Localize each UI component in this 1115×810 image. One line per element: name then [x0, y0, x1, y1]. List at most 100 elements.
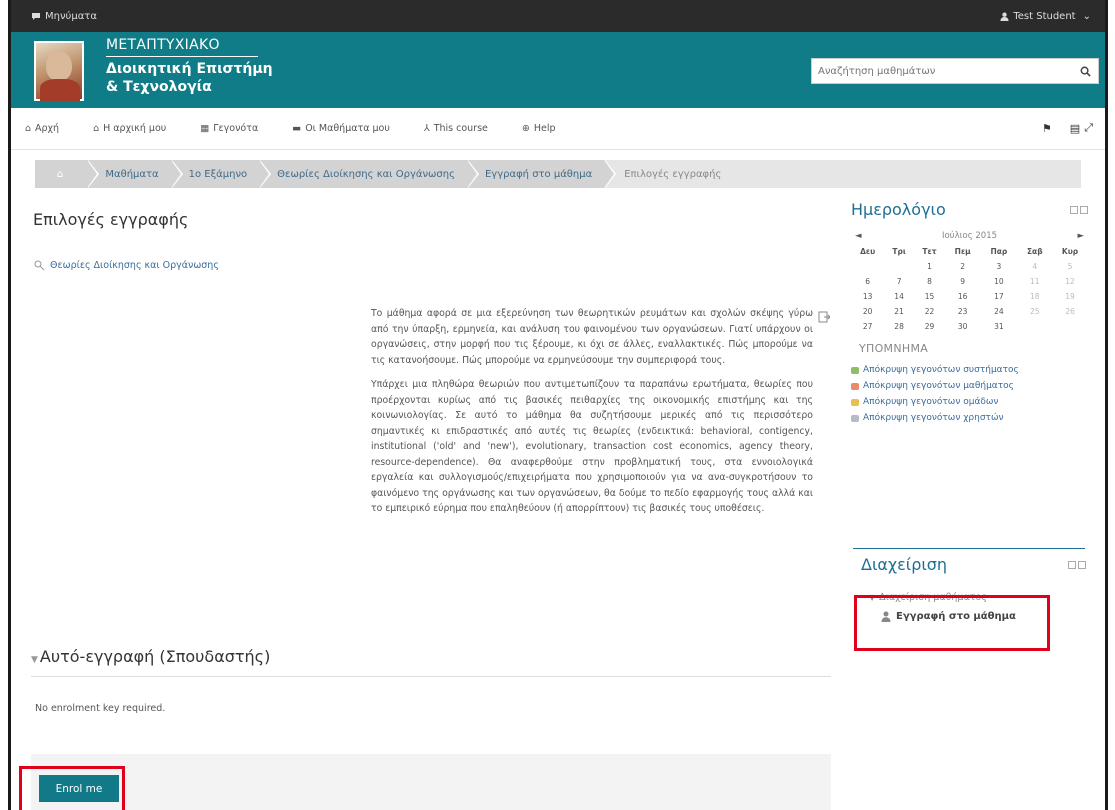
calendar-day: 24: [994, 307, 1004, 316]
enrol-key-note: No enrolment key required.: [35, 703, 166, 714]
legend-label: Απόκρυψη γεγονότων χρηστών: [863, 413, 1004, 423]
calendar-day: 5: [1067, 262, 1073, 271]
calendar-day: 9: [960, 277, 966, 286]
legend-item[interactable]: Απόκρυψη γεγονότων χρηστών: [851, 413, 1088, 423]
self-enrol-heading-label: Αυτό-εγγραφή (Σπουδαστής): [39, 647, 271, 666]
nav-home-label: Αρχή: [35, 123, 60, 134]
summary-paragraph-1: Το μάθημα αφορά σε μια εξερεύνηση των θε…: [371, 308, 813, 366]
calendar-day: 7: [896, 277, 902, 286]
university-logo[interactable]: [34, 41, 84, 101]
nav-my-courses[interactable]: ▬ Οι Μαθήματα μου: [292, 123, 390, 134]
minimize-icon[interactable]: [1070, 205, 1078, 214]
flag-icon[interactable]: ⚑: [1042, 122, 1052, 135]
calendar-day: 11: [1029, 277, 1040, 286]
calendar-title: Ημερολόγιο: [851, 200, 946, 219]
calendar-day: 4: [1032, 262, 1038, 271]
nav-help-label: Help: [533, 123, 556, 134]
legend-label: Απόκρυψη γεγονότων ομάδων: [863, 397, 999, 407]
calendar-month[interactable]: Ιούλιος 2015: [942, 231, 997, 241]
breadcrumb-enrol[interactable]: Εγγραφή στο μάθημα: [466, 160, 617, 188]
weekday-header: Δευ: [860, 247, 876, 256]
briefcase-icon: ▬: [292, 123, 302, 134]
calendar-day: [1052, 319, 1088, 334]
calendar-day: [884, 259, 914, 274]
site-brand[interactable]: ΜΕΤΑΠΤΥΧΙΑΚΟ Διοικητική Επιστήμη & Τεχνο…: [106, 37, 273, 96]
fullscreen-icon[interactable]: ⤢: [1084, 121, 1093, 135]
calendar-day: 10: [994, 277, 1004, 286]
block-separator: [853, 548, 1085, 549]
breadcrumb-home[interactable]: ⌂: [35, 160, 100, 188]
calendar-nav: ◄ Ιούλιος 2015 ►: [851, 231, 1088, 241]
nav-this-course[interactable]: ⅄ This course: [424, 123, 488, 134]
block-controls[interactable]: [1070, 205, 1088, 214]
calendar-day: 21: [894, 307, 904, 316]
user-name: Test Student: [1013, 10, 1076, 22]
breadcrumb-courses[interactable]: Μαθήματα: [87, 160, 183, 188]
brand-line2: Διοικητική Επιστήμη: [106, 61, 273, 77]
weekday-header: Πεμ: [954, 247, 971, 256]
legend-color-icon: [851, 414, 859, 422]
search-input[interactable]: [812, 59, 1072, 83]
weekday-header: Τρι: [892, 247, 906, 256]
course-link[interactable]: Θεωρίες Διοίκησης και Οργάνωσης: [31, 259, 831, 271]
dock-icon[interactable]: [1078, 560, 1086, 569]
admin-block-controls[interactable]: [1068, 560, 1086, 569]
messages-link[interactable]: Μηνύματα: [31, 11, 97, 22]
calendar-legend: Απόκρυψη γεγονότων συστήματος Απόκρυψη γ…: [851, 365, 1088, 423]
messages-icon: [32, 13, 40, 20]
calendar-day: 6: [865, 277, 871, 286]
calendar-day: 14: [894, 292, 904, 301]
calendar-day: 25: [1029, 307, 1040, 316]
calendar-day: 18: [1029, 292, 1040, 301]
next-month-link[interactable]: ►: [1077, 231, 1084, 241]
breadcrumb-course[interactable]: Θεωρίες Διοίκησης και Οργάνωσης: [259, 160, 479, 188]
dock-icon[interactable]: [1080, 205, 1088, 214]
nav-my-courses-label: Οι Μαθήματα μου: [305, 123, 390, 134]
calendar-day: 28: [894, 322, 904, 331]
site-header: ΜΕΤΑΠΤΥΧΙΑΚΟ Διοικητική Επιστήμη & Τεχνο…: [11, 32, 1105, 108]
search-button[interactable]: [1072, 66, 1098, 77]
user-menu[interactable]: Test Student ⌄: [1000, 11, 1091, 22]
user-icon: [881, 611, 891, 622]
main-content: Επιλογές εγγραφής Θεωρίες Διοίκησης και …: [19, 210, 831, 810]
breadcrumb-semester[interactable]: 1ο Εξάμηνο: [170, 160, 271, 188]
breadcrumb-current: Επιλογές εγγραφής: [624, 168, 722, 180]
nav-home[interactable]: ⌂ Αρχή: [25, 123, 59, 134]
calendar-day: 8: [927, 277, 932, 286]
legend-item[interactable]: Απόκρυψη γεγονότων μαθήματος: [851, 381, 1088, 391]
minimize-icon[interactable]: [1068, 560, 1076, 569]
help-icon: ⊕: [521, 123, 530, 134]
nav-this-course-label: This course: [433, 123, 488, 134]
calendar-day: 31: [994, 322, 1004, 331]
nav-events[interactable]: ▦ Γεγονότα: [200, 123, 258, 134]
weekday-header: Παρ: [990, 247, 1008, 256]
enrol-me-button[interactable]: Enrol me: [39, 775, 119, 802]
calendar-day: 16: [957, 292, 968, 301]
self-enrol-heading[interactable]: ▼ Αυτό-εγγραφή (Σπουδαστής): [31, 647, 831, 677]
legend-item[interactable]: Απόκρυψη γεγονότων ομάδων: [851, 397, 1088, 407]
calendar-day: [1017, 319, 1052, 334]
legend-color-icon: [851, 366, 859, 374]
admin-block: Διαχείριση ▼ Διαχείριση μαθήματος Εγγραφή…: [861, 555, 1086, 622]
legend-item[interactable]: Απόκρυψη γεγονότων συστήματος: [851, 365, 1088, 375]
block-toggle-icon[interactable]: ▤: [1070, 122, 1080, 135]
prev-month-link[interactable]: ◄: [855, 231, 862, 241]
nav-dashboard[interactable]: ⌂ Η αρχική μου: [93, 123, 166, 134]
admin-course-admin[interactable]: ▼ Διαχείριση μαθήματος: [869, 592, 1086, 603]
page-title: Επιλογές εγγραφής: [33, 210, 189, 229]
admin-enrol-item[interactable]: Εγγραφή στο μάθημα: [869, 611, 1086, 622]
brand-line1: ΜΕΤΑΠΤΥΧΙΑΚΟ: [106, 37, 258, 57]
calendar-icon: ▦: [200, 123, 210, 134]
calendar-day: 19: [1065, 292, 1075, 301]
calendar-day: 2: [960, 262, 966, 271]
messages-label: Μηνύματα: [45, 10, 97, 22]
user-icon: [1000, 12, 1009, 21]
legend-label: Απόκρυψη γεγονότων συστήματος: [863, 365, 1019, 375]
calendar-day: 13: [862, 292, 873, 301]
admin-tree: ▼ Διαχείριση μαθήματος Εγγραφή στο μάθημα: [861, 592, 1086, 622]
top-bar: Μηνύματα Test Student ⌄: [11, 0, 1105, 32]
course-summary: Το μάθημα αφορά σε μια εξερεύνηση των θε…: [371, 306, 813, 526]
home-icon: ⌂: [57, 168, 64, 180]
dashboard-icon: ⌂: [93, 123, 100, 134]
nav-help[interactable]: ⊕ Help: [522, 123, 556, 134]
